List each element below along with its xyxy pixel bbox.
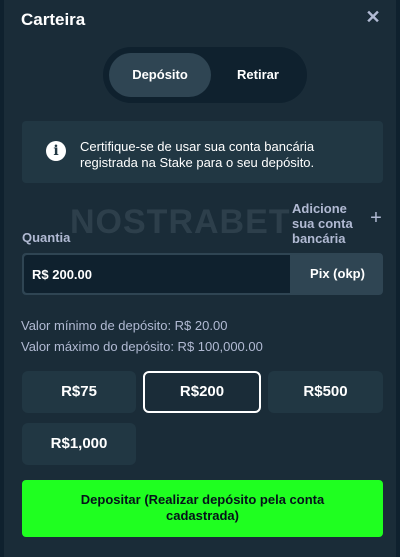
preset-amount-500[interactable]: R$500: [268, 371, 383, 413]
max-deposit-text: Valor máximo do depósito: R$ 100,000.00: [21, 339, 263, 354]
plus-icon[interactable]: +: [368, 208, 384, 228]
amount-label: Quantia: [22, 230, 71, 245]
amount-input[interactable]: [24, 255, 290, 293]
background-edge-right: [396, 0, 400, 557]
amount-field: Pix (okp): [22, 253, 383, 295]
deposit-button[interactable]: Depositar (Realizar depósito pela conta …: [22, 480, 383, 537]
wallet-modal: Carteira ✕ Depósito Retirar i Certifique…: [4, 0, 396, 557]
watermark-logo: NOSTRABET: [70, 203, 291, 241]
info-icon: i: [46, 141, 66, 161]
payment-method-select[interactable]: Pix (okp): [292, 253, 383, 295]
info-banner: i Certifique-se de usar sua conta bancár…: [22, 121, 383, 183]
tab-retirar[interactable]: Retirar: [215, 53, 301, 97]
close-icon[interactable]: ✕: [364, 8, 382, 26]
preset-amount-200[interactable]: R$200: [143, 371, 261, 413]
info-text: Certifique-se de usar sua conta bancária…: [80, 139, 315, 170]
modal-header: Carteira ✕: [4, 0, 396, 38]
min-deposit-text: Valor mínimo de depósito: R$ 20.00: [21, 318, 228, 333]
add-bank-account-link[interactable]: Adicione sua conta bancária: [292, 201, 362, 246]
modal-title: Carteira: [21, 10, 86, 29]
preset-amount-1000[interactable]: R$1,000: [22, 423, 136, 465]
tab-deposito[interactable]: Depósito: [109, 53, 211, 97]
deposit-limits: Valor mínimo de depósito: R$ 20.00 Valor…: [21, 315, 263, 357]
wallet-tabs: Depósito Retirar: [103, 47, 307, 103]
preset-amount-75[interactable]: R$75: [22, 371, 136, 413]
